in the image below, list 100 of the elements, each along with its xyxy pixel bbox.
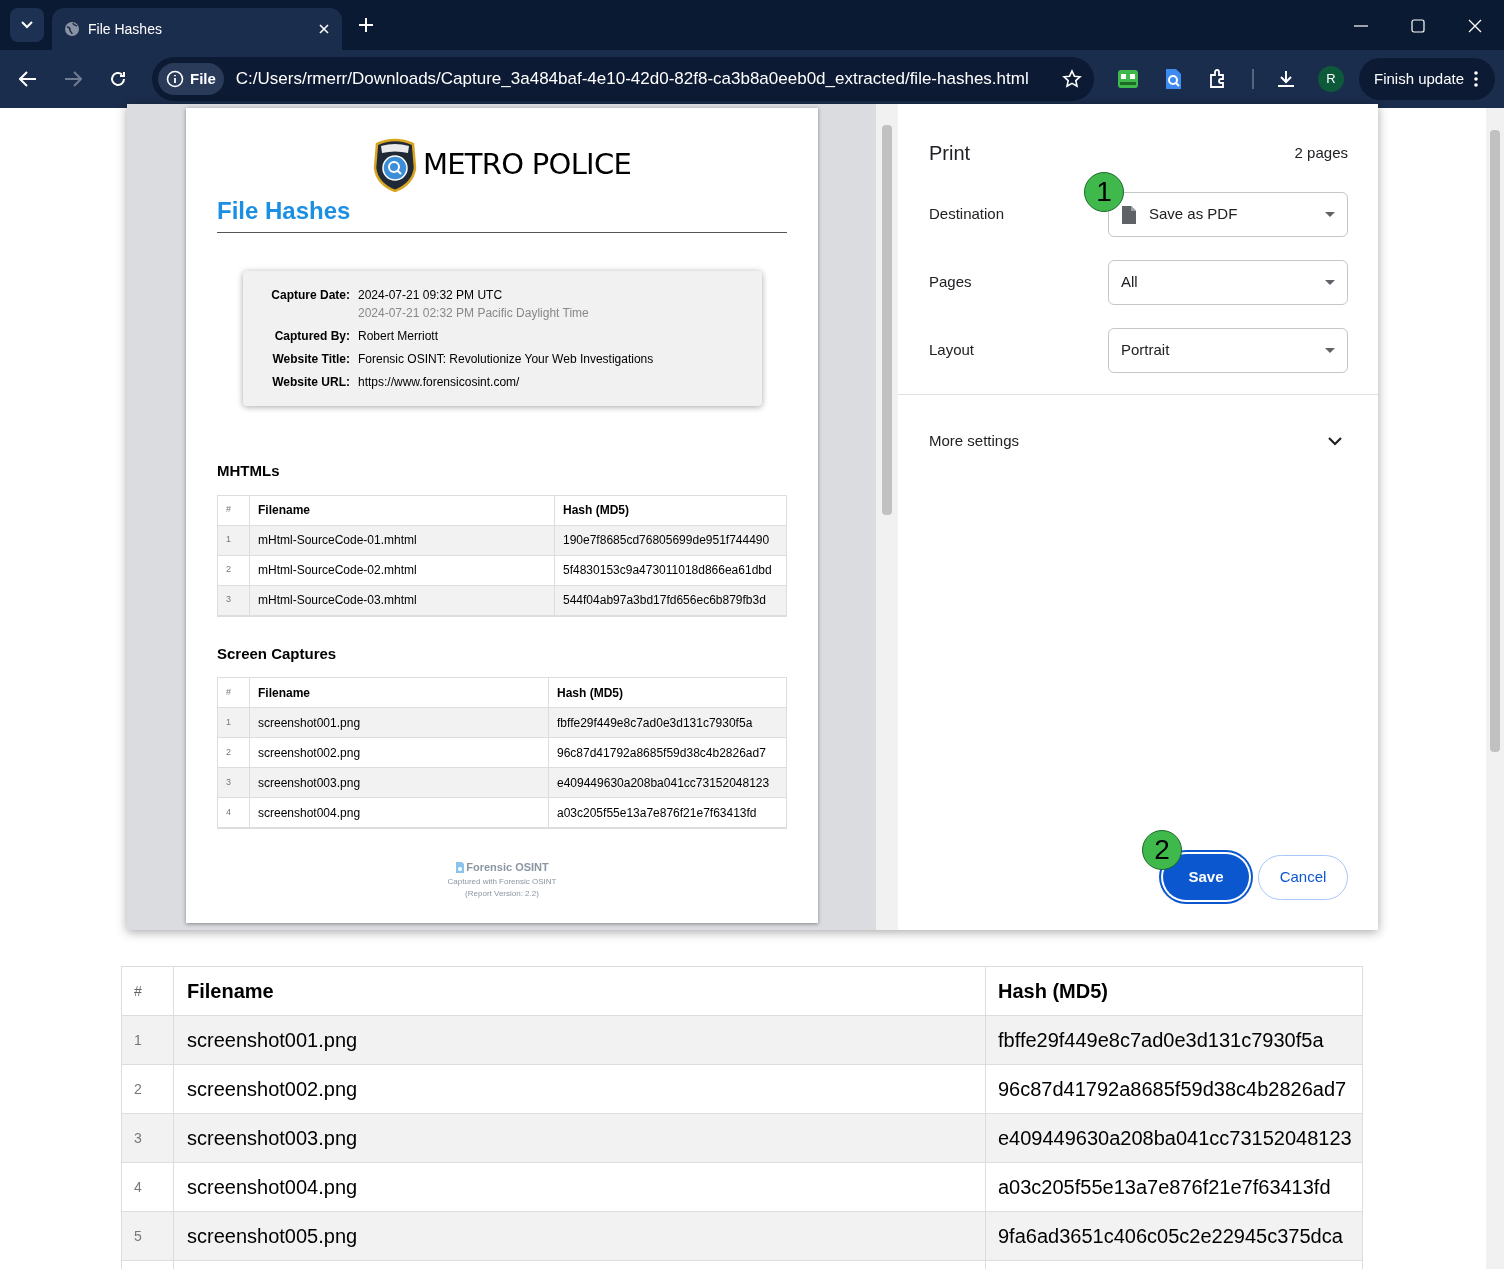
browser-tab[interactable]: File Hashes	[52, 8, 342, 50]
close-icon[interactable]	[318, 23, 330, 35]
info-value: Robert Merriott	[358, 328, 439, 345]
table-cell: 96c87d41792a8685f59d38c4b2826ad7	[548, 738, 786, 767]
column-header: Hash (MD5)	[548, 678, 786, 707]
table-cell: screenshot004.png	[173, 1163, 985, 1211]
table-cell-text: 2	[225, 745, 232, 759]
table-cell: 544f04ab97a3bd17fd656ec6b879fb3d	[554, 585, 786, 615]
table-cell: screenshot001.png	[173, 1016, 985, 1064]
more-icon	[1474, 71, 1479, 87]
table-cell: mHtml-SourceCode-01.mhtml	[249, 525, 554, 555]
table-cell-text: 4	[133, 1177, 143, 1197]
close-icon[interactable]	[1468, 19, 1482, 33]
table-cell: e409449630a208ba041cc73152048123	[548, 768, 786, 797]
organization-name: METRO POLICE	[422, 146, 632, 184]
table-cell: screenshot003.png	[249, 768, 548, 797]
scrollbar[interactable]	[1486, 108, 1504, 1269]
dropdown-arrow-icon	[1325, 279, 1335, 286]
setting-label: Pages	[929, 272, 972, 293]
table-cell: a03c205f55e13a7e876f21e7f63413fd	[548, 798, 786, 827]
info-icon	[166, 70, 184, 88]
table-cell: a03c205f55e13a7e876f21e7f63413fd	[985, 1163, 1362, 1211]
forward-icon[interactable]	[64, 71, 82, 87]
table-cell: 96c87d41792a8685f59d38c4b2826ad7	[985, 1065, 1362, 1113]
column-header: Hash (MD5)	[985, 967, 1362, 1015]
page-count: 2 pages	[1294, 142, 1348, 163]
extension-icon[interactable]	[1117, 69, 1139, 89]
section-heading: MHTMLs	[217, 461, 281, 481]
info-value: https://www.forensicosint.com/	[358, 374, 520, 391]
table-cell: screenshot001.png	[249, 708, 548, 737]
finish-update-button[interactable]: Finish update	[1359, 58, 1495, 100]
table-cell: e409449630a208ba041cc73152048123	[985, 1114, 1362, 1162]
document-icon	[455, 860, 466, 874]
star-icon[interactable]	[1062, 69, 1082, 89]
profile-avatar[interactable]: R	[1318, 66, 1344, 92]
dropdown-arrow-icon	[1325, 211, 1335, 218]
cancel-button[interactable]: Cancel	[1258, 854, 1348, 900]
address-bar[interactable]: File C:/Users/rmerr/Downloads/Capture_3a484baf-4e10-42d0-82f8-ca3b8a0eeb0d_extracted/file-hashes.html	[152, 57, 1094, 101]
column-header: #	[225, 685, 232, 699]
dropdown-arrow-icon	[1325, 347, 1335, 354]
brand-name: Forensic OSINT	[466, 860, 549, 875]
table-cell: screenshot004.png	[249, 798, 548, 827]
download-icon[interactable]	[1276, 69, 1296, 89]
police-badge-icon	[372, 138, 417, 192]
table-cell: 9fa6ad3651c406c05c2e22945c375dca	[985, 1212, 1362, 1260]
info-label: Website URL:	[271, 374, 350, 391]
section-heading: Screen Captures	[217, 643, 338, 664]
tab-title: File Hashes	[88, 19, 163, 39]
table-cell: 5f4830153c9a473011018d866ea61dbd	[554, 555, 786, 585]
table-cell: mHtml-SourceCode-03.mhtml	[249, 585, 554, 615]
table-cell-text: 5	[133, 1226, 143, 1246]
info-label: Capture Date:	[270, 287, 350, 304]
table-cell-text: 1	[225, 715, 232, 729]
info-value: Forensic OSINT: Revolutionize Your Web Investigations	[358, 351, 654, 368]
table-cell-text: 2	[133, 1079, 143, 1099]
document-icon	[1121, 204, 1137, 225]
table-cell: fbffe29f449e8c7ad0e3d131c7930f5a	[548, 708, 786, 737]
back-icon[interactable]	[19, 71, 37, 87]
new-tab-icon[interactable]	[358, 17, 374, 33]
tab-search-button[interactable]	[10, 8, 44, 42]
footer-caption: Captured with Forensic OSINT	[447, 875, 557, 888]
table-cell: screenshot003.png	[173, 1114, 985, 1162]
column-header: #	[225, 503, 232, 517]
globe-icon	[64, 21, 80, 37]
table-cell-text: 4	[225, 805, 232, 819]
table-cell-text: 3	[133, 1128, 143, 1148]
column-header: #	[133, 981, 143, 1001]
info-note: 2024-07-21 02:32 PM Pacific Daylight Time	[358, 305, 589, 322]
info-value: 2024-07-21 09:32 PM UTC	[358, 287, 504, 304]
reload-icon[interactable]	[109, 70, 127, 88]
table-cell: fbffe29f449e8c7ad0e3d131c7930f5a	[985, 1016, 1362, 1064]
table-cell-text: 3	[225, 775, 232, 789]
table-cell-text: 2	[225, 563, 232, 577]
column-header: Filename	[249, 495, 554, 525]
table-cell-text: 1	[225, 533, 232, 547]
table-cell-text: 1	[133, 1030, 143, 1050]
table-cell: screenshot005.png	[173, 1212, 985, 1260]
table-cell: screenshot002.png	[173, 1065, 985, 1113]
table-cell: screenshot002.png	[249, 738, 548, 767]
table-cell: 190e7f8685cd76805699de951f744490	[554, 525, 786, 555]
setting-select[interactable]: Portrait	[1108, 328, 1348, 373]
more-settings-toggle[interactable]: More settings	[898, 395, 1378, 487]
info-label: Captured By:	[273, 328, 350, 345]
column-header: Filename	[249, 678, 548, 707]
dialog-title: Print	[929, 141, 971, 166]
document-search-icon[interactable]	[1164, 68, 1182, 90]
setting-label: Destination	[929, 204, 1005, 225]
setting-label: Layout	[929, 340, 975, 361]
report-version: (Report Version: 2.2)	[465, 887, 539, 900]
site-info-chip[interactable]: File	[158, 63, 224, 95]
report-title: File Hashes	[217, 196, 352, 226]
preview-scrollbar[interactable]	[876, 104, 898, 930]
column-header: Hash (MD5)	[554, 495, 786, 525]
column-header: Filename	[173, 967, 985, 1015]
chevron-down-icon	[21, 21, 33, 29]
info-label: Website Title:	[271, 351, 350, 368]
maximize-icon[interactable]	[1411, 19, 1425, 33]
table-cell-text: 3	[225, 593, 232, 607]
setting-select[interactable]: All	[1108, 260, 1348, 305]
url-text: C:/Users/rmerr/Downloads/Capture_3a484baf-4e10-42d0-82f8-ca3b8a0eeb0d_extracted/file-hashes.html	[235, 68, 1030, 91]
